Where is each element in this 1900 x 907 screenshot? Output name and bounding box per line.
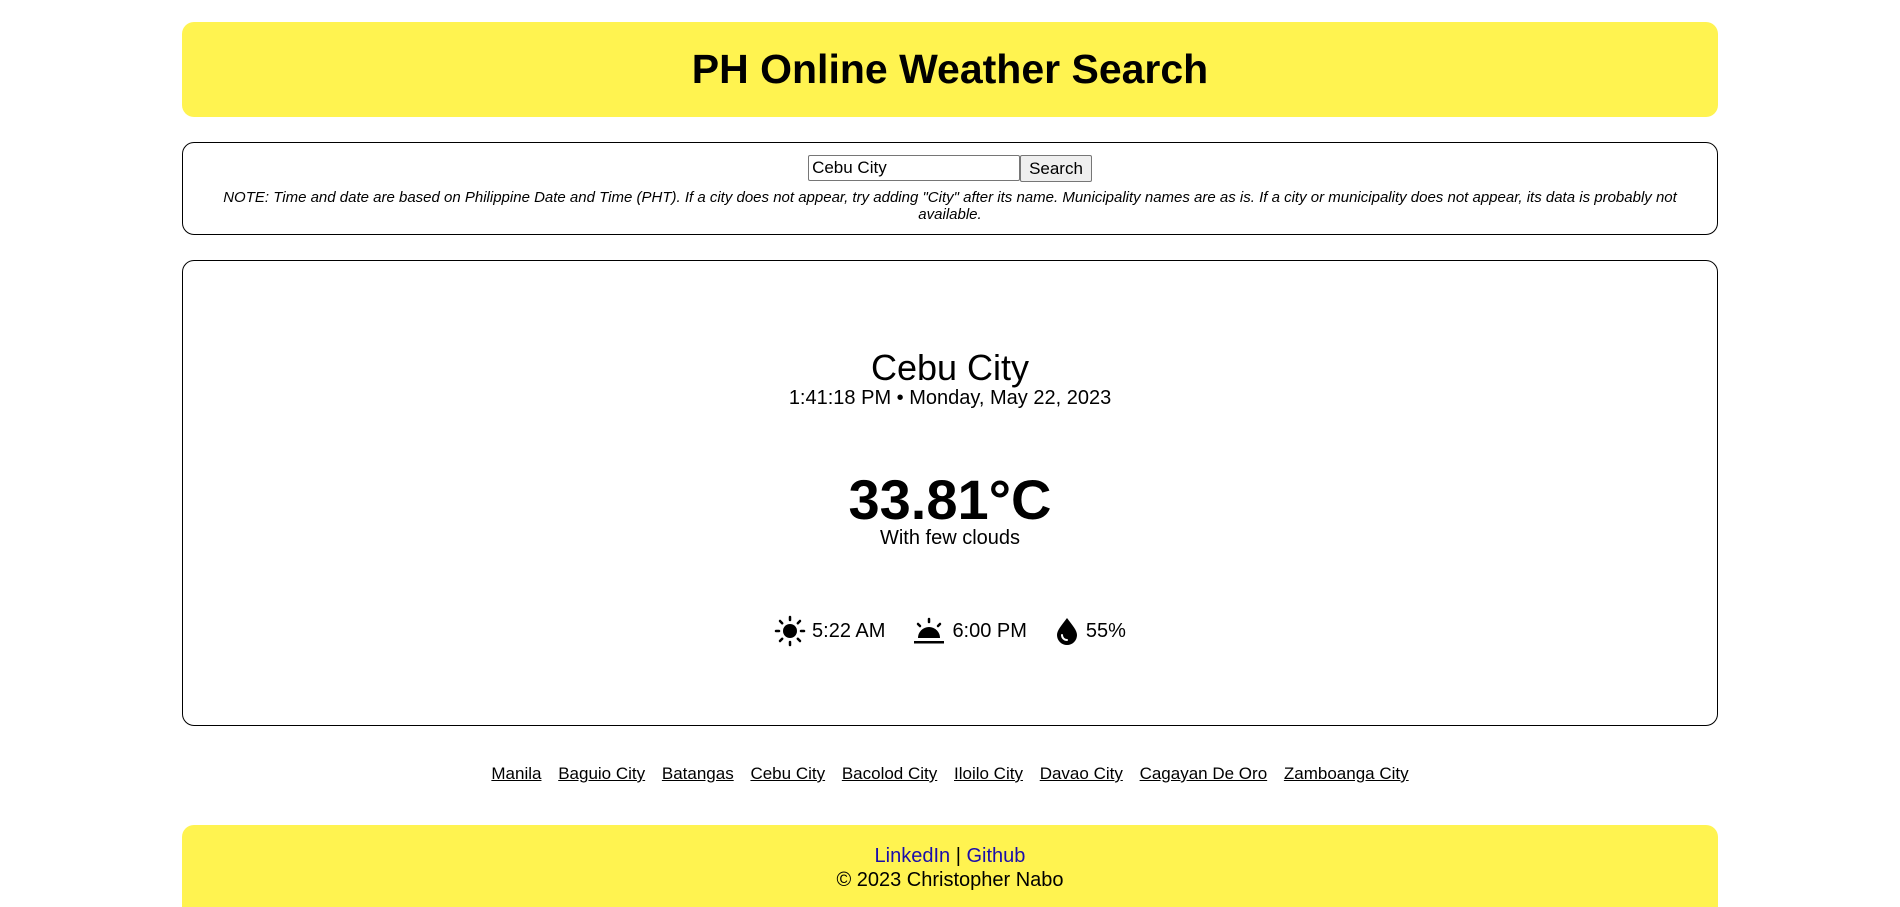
city-link-bacolod[interactable]: Bacolod City xyxy=(842,764,937,783)
weather-stats: 5:22 AM 6:00 PM 55% xyxy=(183,615,1717,647)
city-link-cagayan[interactable]: Cagayan De Oro xyxy=(1140,764,1268,783)
search-panel: Search NOTE: Time and date are based on … xyxy=(182,142,1718,235)
search-row: Search xyxy=(183,155,1717,182)
humidity-stat: 55% xyxy=(1054,616,1126,646)
search-button[interactable]: Search xyxy=(1020,155,1092,182)
city-links: Manila Baguio City Batangas Cebu City Ba… xyxy=(0,764,1900,784)
footer: LinkedIn | Github © 2023 Christopher Nab… xyxy=(182,825,1718,907)
city-link-manila[interactable]: Manila xyxy=(491,764,541,783)
city-link-cebu[interactable]: Cebu City xyxy=(750,764,825,783)
city-link-davao[interactable]: Davao City xyxy=(1040,764,1123,783)
droplet-icon xyxy=(1056,618,1077,645)
header-banner: PH Online Weather Search xyxy=(182,22,1718,117)
sunset-stat: 6:00 PM xyxy=(912,615,1027,647)
city-link-batangas[interactable]: Batangas xyxy=(662,764,734,783)
footer-links: LinkedIn | Github xyxy=(182,845,1718,868)
city-name: Cebu City xyxy=(870,347,1030,388)
sunset-time: 6:00 PM xyxy=(952,619,1027,642)
temperature: 33.81°C xyxy=(848,468,1052,531)
sunrise-time: 5:22 AM xyxy=(812,619,886,642)
weather-panel: Cebu City 1:41:18 PM • Monday, May 22, 2… xyxy=(182,260,1718,726)
linkedin-link[interactable]: LinkedIn xyxy=(875,845,951,867)
search-input[interactable] xyxy=(808,155,1021,181)
github-link[interactable]: Github xyxy=(967,845,1026,867)
sunset-icon xyxy=(914,617,945,644)
humidity-value: 55% xyxy=(1085,619,1126,642)
copyright: © 2023 Christopher Nabo xyxy=(836,869,1064,891)
weather-description: With few clouds xyxy=(879,527,1021,549)
search-note: NOTE: Time and date are based on Philipp… xyxy=(223,189,1677,223)
city-link-baguio[interactable]: Baguio City xyxy=(558,764,645,783)
page-title: PH Online Weather Search xyxy=(691,46,1209,92)
city-link-iloilo[interactable]: Iloilo City xyxy=(954,764,1023,783)
footer-separator: | xyxy=(955,845,961,867)
sun-icon xyxy=(774,615,806,647)
date-time: 1:41:18 PM • Monday, May 22, 2023 xyxy=(788,387,1112,409)
sunrise-stat: 5:22 AM xyxy=(774,615,885,647)
city-link-zamboanga[interactable]: Zamboanga City xyxy=(1284,764,1409,783)
page: PH Online Weather Search Search NOTE: Ti… xyxy=(0,0,1900,907)
